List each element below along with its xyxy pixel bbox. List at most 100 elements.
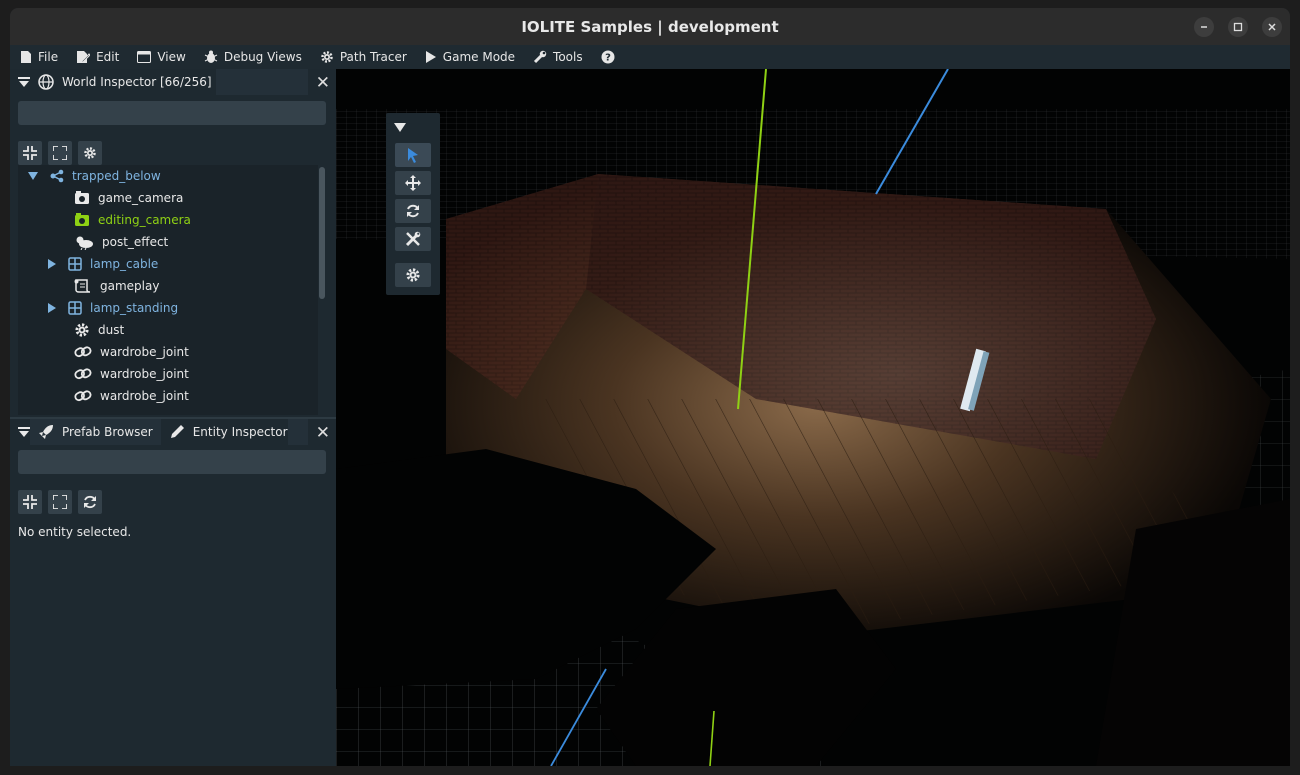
tree-item-lamp-standing[interactable]: lamp_standing: [48, 297, 178, 319]
tree-item-dust[interactable]: dust: [74, 319, 124, 341]
tree-item-wardrobe-joint[interactable]: wardrobe_joint: [74, 385, 189, 407]
tree-item-label: editing_camera: [98, 213, 191, 227]
tree-item-trapped-below[interactable]: trapped_below: [28, 165, 161, 187]
menu-debug-views-label: Debug Views: [223, 50, 302, 64]
world-settings-button[interactable]: [78, 141, 102, 165]
tree-item-lamp-cable[interactable]: lamp_cable: [48, 253, 158, 275]
close-button[interactable]: [1262, 17, 1282, 37]
pencil-icon: [170, 425, 184, 438]
tree-item-post-effect[interactable]: post_effect: [74, 231, 168, 253]
maximize-button[interactable]: [1228, 17, 1248, 37]
tree-item-label: wardrobe_joint: [100, 345, 189, 359]
no-selection-message: No entity selected.: [18, 525, 132, 539]
world-inspector-search-input[interactable]: [18, 101, 326, 125]
script-icon: [74, 279, 91, 293]
menu-help[interactable]: ?: [591, 45, 629, 69]
expand-all-button[interactable]: [48, 490, 72, 514]
world-inspector-close-icon[interactable]: ✕: [316, 73, 330, 93]
tab-prefab-browser[interactable]: Prefab Browser: [30, 419, 161, 445]
gizmo-toolbar: [386, 113, 440, 295]
minimize-button[interactable]: [1194, 17, 1214, 37]
bottom-panel-close-icon[interactable]: ✕: [316, 423, 330, 443]
edit-icon: [77, 51, 91, 63]
rotate-tool-button[interactable]: [395, 199, 431, 223]
tree-item-label: gameplay: [100, 279, 160, 293]
panel-collapse-icon[interactable]: [18, 426, 30, 438]
scale-tool-button[interactable]: [395, 227, 431, 251]
tree-item-wardrobe-joint[interactable]: wardrobe_joint: [74, 363, 189, 385]
file-icon: [21, 51, 31, 63]
tree-item-game-camera[interactable]: game_camera: [74, 187, 183, 209]
tree-item-editing-camera[interactable]: editing_camera: [74, 209, 191, 231]
rotate-icon: [407, 204, 419, 218]
tree-scrollbar[interactable]: [319, 167, 325, 299]
menu-view[interactable]: View: [127, 45, 193, 69]
camera-icon: [75, 213, 89, 226]
gear-icon: [321, 51, 333, 63]
tree-item-wardrobe-joint[interactable]: wardrobe_joint: [74, 341, 189, 363]
menu-view-label: View: [157, 50, 186, 64]
gear-icon: [84, 147, 96, 159]
menu-debug-views[interactable]: Debug Views: [194, 45, 310, 69]
menu-path-tracer[interactable]: Path Tracer: [310, 45, 415, 69]
menu-file-label: File: [38, 50, 59, 64]
tree-item-gameplay[interactable]: gameplay: [74, 275, 159, 297]
tree-item-label: wardrobe_joint: [100, 389, 189, 403]
expand-arrow-icon[interactable]: [48, 303, 56, 313]
tree-item-label: trapped_below: [72, 169, 161, 183]
refresh-button[interactable]: [78, 490, 102, 514]
menu-game-mode[interactable]: Game Mode: [415, 45, 523, 69]
tree-item-label: lamp_standing: [90, 301, 179, 315]
svg-text:?: ?: [605, 53, 611, 64]
world-inspector-title: World Inspector [66/256]: [62, 75, 212, 89]
gear-icon: [75, 323, 89, 337]
close-icon: [1268, 23, 1276, 31]
tools-icon: [405, 231, 421, 247]
tab-strip-filler: [216, 69, 308, 95]
move-icon: [405, 175, 421, 191]
app-window: IOLITE Samples | development File Edit V…: [10, 8, 1290, 766]
collapse-icon: [23, 495, 37, 509]
node-tree-icon: [50, 169, 64, 183]
link-icon: [74, 390, 92, 402]
title-bar: IOLITE Samples | development: [10, 8, 1290, 45]
window-title: IOLITE Samples | development: [521, 17, 779, 36]
toolbar-collapse-icon[interactable]: [394, 121, 406, 133]
maximize-icon: [1233, 22, 1243, 32]
expand-arrow-icon[interactable]: [48, 259, 56, 269]
panel-collapse-icon[interactable]: [18, 76, 30, 88]
menu-edit[interactable]: Edit: [66, 45, 127, 69]
scene-viewport[interactable]: [336, 69, 1290, 766]
tree-item-label: post_effect: [102, 235, 169, 249]
menu-file[interactable]: File: [10, 45, 66, 69]
play-icon: [425, 51, 436, 63]
tab-entity-inspector[interactable]: Entity Inspector: [160, 419, 296, 445]
bug-icon: [204, 50, 218, 63]
expand-all-button[interactable]: [48, 141, 72, 165]
menu-tools[interactable]: Tools: [523, 45, 591, 69]
move-tool-button[interactable]: [395, 171, 431, 195]
refresh-icon: [84, 495, 96, 509]
menu-game-mode-label: Game Mode: [442, 50, 516, 64]
expand-arrow-icon[interactable]: [28, 171, 38, 181]
tree-item-label: dust: [98, 323, 125, 337]
tab-prefab-browser-label: Prefab Browser: [62, 425, 153, 439]
collapse-all-button[interactable]: [18, 141, 42, 165]
grid-icon: [68, 301, 82, 315]
entity-search-input[interactable]: [18, 450, 326, 474]
tab-world-inspector[interactable]: World Inspector [66/256]: [30, 69, 220, 95]
camera-icon: [75, 191, 89, 204]
link-icon: [74, 368, 92, 380]
menu-bar: File Edit View Debug Views Path Tracer G…: [10, 45, 1290, 69]
tab-strip-filler: [288, 419, 308, 445]
window-icon: [137, 51, 152, 63]
gizmo-settings-button[interactable]: [395, 263, 431, 287]
collapse-all-button[interactable]: [18, 490, 42, 514]
tab-entity-inspector-label: Entity Inspector: [192, 425, 288, 439]
bottom-panel-header: Prefab Browser Entity Inspector ✕: [10, 419, 336, 445]
tree-item-label: lamp_cable: [90, 257, 159, 271]
expand-icon: [53, 495, 67, 509]
select-tool-button[interactable]: [395, 143, 431, 167]
menu-path-tracer-label: Path Tracer: [339, 50, 407, 64]
weather-icon: [76, 236, 93, 250]
